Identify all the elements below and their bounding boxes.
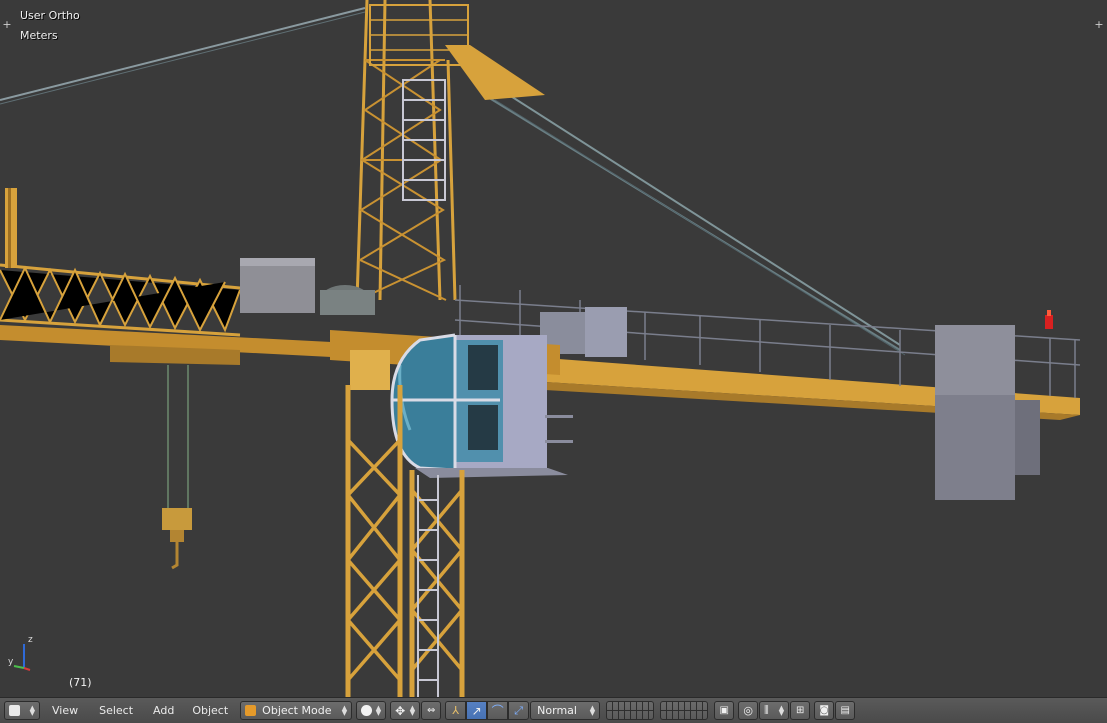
area-split-plus-icon-right[interactable]: + <box>1094 19 1104 30</box>
menu-view[interactable]: View <box>52 704 78 717</box>
snap-target-icon: ⊞ <box>795 705 805 716</box>
manipulator-icon: ⅄ <box>452 704 460 717</box>
layer-lock-icon: ▣ <box>719 705 729 716</box>
menu-select[interactable]: Select <box>99 704 133 717</box>
scale-manipulator[interactable]: ⤢ <box>508 701 530 720</box>
clapper-icon: ▤ <box>840 705 850 716</box>
crane-scene <box>0 0 1081 697</box>
updown-arrows-icon: ▲ ▼ <box>29 703 35 717</box>
transform-orientation-select[interactable]: Normal ▲ ▼ <box>530 701 601 720</box>
object-mode-icon <box>245 705 257 716</box>
cube-icon <box>9 705 20 716</box>
view-name-label: User Ortho <box>20 9 80 22</box>
pivot-origins-toggle[interactable]: ⇔ <box>421 701 442 720</box>
translate-manipulator[interactable]: ↗ <box>466 701 488 720</box>
updown-arrows-icon: ▲ ▼ <box>589 703 596 717</box>
editor-type-button[interactable]: ▲ ▼ <box>4 701 40 720</box>
rotate-arc-icon: ⌒ <box>491 704 504 718</box>
arrow-icon: ↗ <box>471 703 482 718</box>
snap-element-select[interactable]: ⫼ ▲ ▼ <box>759 701 790 720</box>
layers-group-1[interactable] <box>606 701 655 720</box>
snap-increment-icon: ⫼ <box>764 705 769 716</box>
viewport-shading-select[interactable]: ▲ ▼ <box>356 701 387 720</box>
axis-gizmo: z y <box>8 635 33 671</box>
3d-viewport[interactable]: User Ortho Meters + + z y (71) <box>0 0 1107 697</box>
solid-sphere-icon <box>361 705 372 716</box>
snap-target-button[interactable]: ⊞ <box>790 701 811 720</box>
updown-arrows-icon: ▲ ▼ <box>341 703 348 717</box>
render-animation-button[interactable]: ▤ <box>835 701 856 720</box>
mode-select[interactable]: Object Mode ▲ ▼ <box>240 701 353 720</box>
render-opengl-button[interactable]: ◙ <box>814 701 835 720</box>
mode-select-label: Object Mode <box>262 704 332 717</box>
frame-number: (71) <box>69 676 92 689</box>
proportional-edit-icon: ◎ <box>743 704 753 717</box>
pivot-point-select[interactable]: ✥ ▲ ▼ <box>390 701 421 720</box>
updown-arrows-icon: ▲ ▼ <box>409 703 416 717</box>
scale-icon: ⤢ <box>514 703 524 717</box>
area-split-plus-icon[interactable]: + <box>2 19 12 30</box>
axis-y-label: y <box>8 657 14 667</box>
lock-layers-button[interactable]: ▣ <box>714 701 735 720</box>
menu-object[interactable]: Object <box>192 704 228 717</box>
origins-icon: ⇔ <box>426 705 436 716</box>
axis-z-label: z <box>28 635 33 645</box>
updown-arrows-icon: ▲ ▼ <box>778 703 785 717</box>
view3d-header: ▲ ▼ View Select Add Object Object Mode ▲ ▼… <box>0 697 1107 723</box>
units-label: Meters <box>20 29 58 42</box>
camera-icon: ◙ <box>819 705 830 716</box>
updown-arrows-icon: ▲ ▼ <box>375 703 382 717</box>
pivot-icon: ✥ <box>395 703 406 718</box>
orientation-label: Normal <box>537 704 577 717</box>
proportional-edit-button[interactable]: ◎ <box>738 701 759 720</box>
layers-group-2[interactable] <box>660 701 709 720</box>
manipulator-toggle[interactable]: ⅄ <box>445 701 467 720</box>
rotate-manipulator[interactable]: ⌒ <box>487 701 509 720</box>
menu-add[interactable]: Add <box>153 704 174 717</box>
